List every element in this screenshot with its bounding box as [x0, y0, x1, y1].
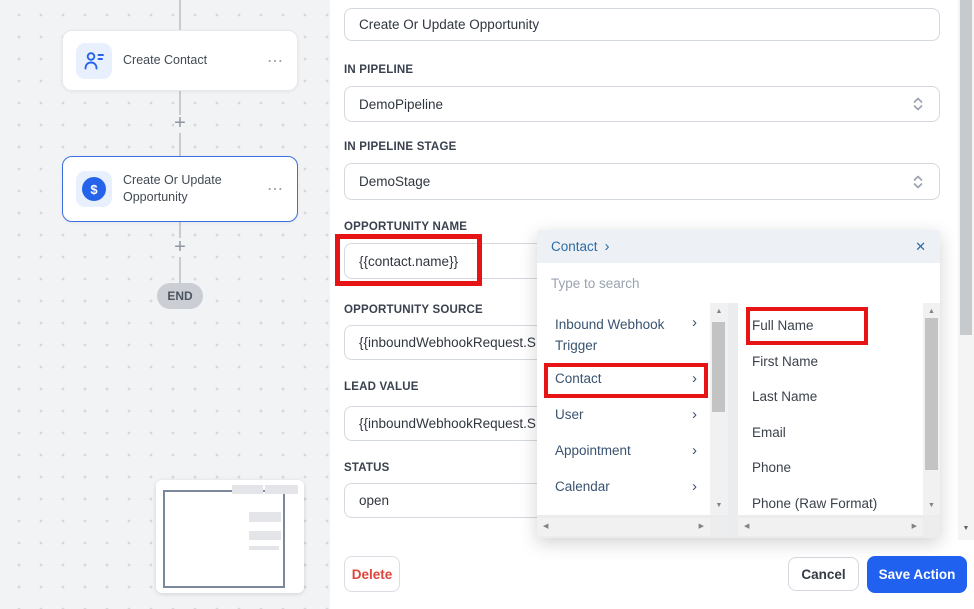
select-chevrons-icon [911, 174, 925, 190]
close-icon[interactable]: ✕ [915, 239, 926, 255]
node-create-or-update-opportunity[interactable]: $ Create Or Update Opportunity ⋯ [62, 156, 298, 222]
category-list-scrollbar[interactable]: ▲ ▼ [710, 303, 728, 515]
chevron-right-icon: › [692, 479, 697, 494]
contact-icon [76, 43, 112, 79]
node-create-contact[interactable]: Create Contact ⋯ [62, 30, 298, 91]
field-item-last-name[interactable]: Last Name [738, 379, 923, 415]
category-item-user[interactable]: User › [537, 396, 710, 432]
category-list: Inbound Webhook Trigger › Contact › User… [537, 303, 710, 515]
chevron-right-icon: › [692, 371, 697, 386]
pipeline-select-value: DemoPipeline [359, 97, 443, 112]
pipeline-select[interactable]: DemoPipeline [344, 86, 940, 122]
category-item-partial[interactable]: Membership › [537, 504, 710, 515]
connector-line [179, 0, 181, 30]
connector-line [179, 257, 181, 284]
end-badge: END [157, 283, 203, 309]
category-item-appointment[interactable]: Appointment › [537, 432, 710, 468]
field-list: Full Name First Name Last Name Email Pho… [738, 303, 923, 515]
popover-search [537, 263, 940, 303]
category-label: Membership [555, 515, 629, 516]
in-pipeline-stage-label: IN PIPELINE STAGE [344, 141, 456, 153]
field-item-email[interactable]: Email [738, 415, 923, 451]
scrollbar-corner [923, 518, 940, 536]
category-item-calendar[interactable]: Calendar › [537, 468, 710, 504]
field-item-phone-raw-format[interactable]: Phone (Raw Format) [738, 486, 923, 516]
popover-header: Contact › ✕ [537, 230, 940, 263]
add-step-button[interactable]: + [169, 237, 191, 257]
status-label: STATUS [344, 462, 390, 474]
field-item-first-name[interactable]: First Name [738, 344, 923, 380]
field-list-hscrollbar[interactable]: ◀ ▶ [738, 518, 923, 536]
scroll-down-icon[interactable]: ▼ [923, 501, 940, 511]
category-item-contact[interactable]: Contact › [537, 360, 710, 396]
scroll-right-icon[interactable]: ▶ [912, 518, 917, 536]
minimap[interactable] [156, 480, 304, 593]
action-name-input[interactable] [344, 8, 940, 41]
minimap-bar [265, 485, 298, 494]
pipeline-stage-select-value: DemoStage [359, 174, 430, 189]
field-item-phone[interactable]: Phone [738, 450, 923, 486]
chevron-right-icon: › [692, 515, 697, 516]
panel-scrollbar-thumb[interactable] [960, 0, 972, 335]
scrollbar-thumb[interactable] [712, 322, 725, 412]
category-label: Contact [555, 371, 602, 386]
chevron-right-icon: › [692, 315, 697, 330]
category-label: Inbound Webhook Trigger [555, 315, 673, 357]
field-list-scrollbar[interactable]: ▲ ▼ [923, 303, 940, 515]
add-step-button[interactable]: + [169, 113, 191, 133]
node-label: Create Or Update Opportunity [123, 172, 256, 207]
workflow-canvas[interactable]: Create Contact ⋯ + $ Create Or Update Op… [0, 0, 330, 609]
minimap-bar [249, 531, 281, 540]
chevron-right-icon: › [605, 240, 610, 253]
in-pipeline-label: IN PIPELINE [344, 64, 413, 76]
minimap-bar [232, 485, 263, 494]
chevron-right-icon: › [692, 443, 697, 458]
scroll-right-icon[interactable]: ▶ [699, 518, 704, 536]
opportunity-icon: $ [76, 171, 112, 207]
connector-line [179, 133, 181, 156]
field-item-full-name[interactable]: Full Name [738, 308, 923, 344]
scroll-left-icon[interactable]: ◀ [543, 518, 548, 536]
delete-button[interactable]: Delete [344, 556, 400, 592]
category-item-inbound-webhook-trigger[interactable]: Inbound Webhook Trigger › [537, 308, 710, 360]
pipeline-stage-select[interactable]: DemoStage [344, 163, 940, 200]
scroll-up-icon[interactable]: ▲ [710, 307, 728, 317]
opportunity-name-label: OPPORTUNITY NAME [344, 221, 467, 233]
cancel-button[interactable]: Cancel [788, 557, 859, 591]
minimap-bar [249, 546, 279, 550]
search-input[interactable] [551, 276, 926, 291]
save-action-button[interactable]: Save Action [867, 556, 967, 593]
scroll-left-icon[interactable]: ◀ [744, 518, 749, 536]
category-label: Appointment [555, 443, 631, 458]
category-label: Calendar [555, 479, 610, 494]
node-menu-icon[interactable]: ⋯ [267, 51, 284, 71]
variable-picker-popover: Contact › ✕ Inbound Webhook Trigger › Co… [537, 230, 940, 538]
opportunity-source-label: OPPORTUNITY SOURCE [344, 304, 483, 316]
lead-value-label: LEAD VALUE [344, 381, 419, 393]
panel-scroll-down-icon[interactable]: ▼ [958, 522, 974, 536]
node-label: Create Contact [123, 52, 256, 70]
minimap-bar [249, 512, 281, 522]
scrollbar-corner [710, 518, 728, 536]
breadcrumb[interactable]: Contact [551, 239, 598, 254]
scrollbar-thumb[interactable] [925, 318, 938, 470]
category-list-hscrollbar[interactable]: ◀ ▶ [537, 518, 710, 536]
scroll-up-icon[interactable]: ▲ [923, 307, 940, 317]
node-menu-icon[interactable]: ⋯ [267, 179, 284, 199]
workflow-builder: Create Contact ⋯ + $ Create Or Update Op… [0, 0, 974, 609]
scroll-down-icon[interactable]: ▼ [710, 501, 728, 511]
chevron-right-icon: › [692, 407, 697, 422]
category-label: User [555, 407, 584, 422]
select-chevrons-icon [911, 96, 925, 112]
dollar-icon: $ [82, 177, 106, 201]
